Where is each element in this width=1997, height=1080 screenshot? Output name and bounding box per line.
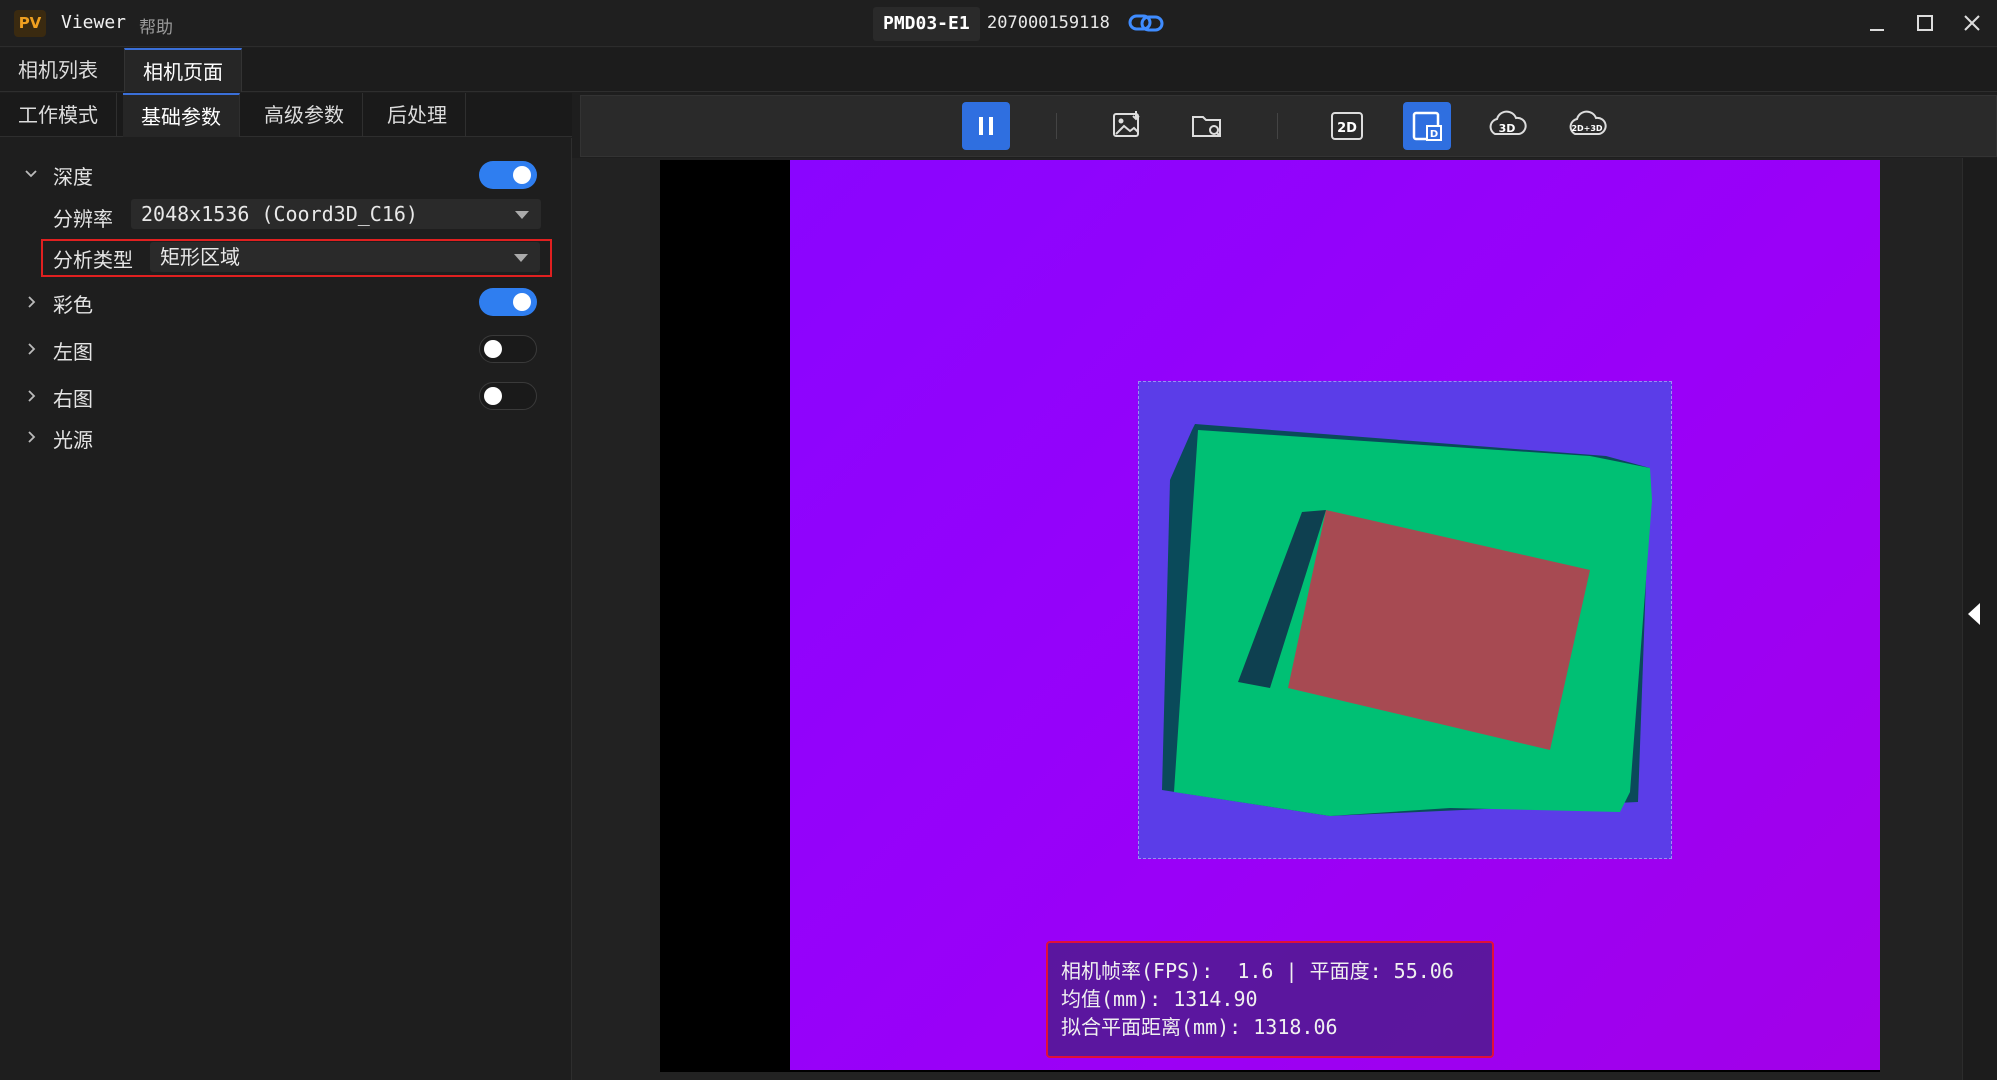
resolution-label: 分辨率 [53, 207, 113, 231]
view-2d3d-icon: 2D+3D [1569, 110, 1607, 135]
svg-text:D: D [1430, 129, 1438, 140]
maximize-icon[interactable] [1910, 8, 1940, 38]
resolution-select[interactable]: 2048x1536 (Coord3D_C16) [131, 199, 541, 229]
left-image-label: 左图 [53, 340, 93, 364]
tab-work-mode[interactable]: 工作模式 [0, 93, 117, 137]
analysis-type-label: 分析类型 [53, 248, 133, 272]
depth-label: 深度 [53, 165, 93, 189]
color-label: 彩色 [53, 293, 93, 317]
title-bar: PV Viewer 帮助 PMD03-E1 207000159118 [0, 0, 1997, 47]
close-icon[interactable] [1957, 8, 1987, 38]
open-folder-icon [1192, 116, 1221, 137]
view-3d-button[interactable]: 3D [1483, 102, 1531, 150]
right-image-toggle[interactable] [479, 382, 537, 410]
chevron-right-icon[interactable] [24, 342, 38, 356]
stats-plane-distance: 拟合平面距离(mm): 1318.06 [1061, 1015, 1338, 1039]
right-image-label: 右图 [53, 387, 93, 411]
pause-button[interactable] [962, 102, 1010, 150]
depth-toggle[interactable] [479, 161, 537, 189]
stats-fps-flatness: 相机帧率(FPS): 1.6 | 平面度: 55.06 [1061, 959, 1454, 983]
expand-panel-icon[interactable] [1968, 603, 1980, 625]
chevron-down-icon [515, 211, 529, 219]
tab-advanced-params[interactable]: 高级参数 [246, 93, 363, 137]
toggle-knob [484, 387, 502, 405]
toggle-knob [484, 340, 502, 358]
toolbar-divider [1056, 113, 1057, 139]
view-2d-button[interactable]: 2D [1323, 102, 1371, 150]
link-icon[interactable] [1128, 11, 1164, 35]
svg-text:3D: 3D [1499, 122, 1516, 135]
app-name: Viewer [61, 12, 127, 33]
depth-objects [1162, 424, 1652, 816]
stats-mean: 均值(mm): 1314.90 [1061, 987, 1258, 1011]
chevron-right-icon[interactable] [24, 295, 38, 309]
measurement-overlay: 相机帧率(FPS): 1.6 | 平面度: 55.06 均值(mm): 1314… [1046, 941, 1494, 1058]
save-image-button[interactable] [1103, 102, 1151, 150]
parameter-panel [0, 138, 572, 1080]
left-image-toggle[interactable] [479, 335, 537, 363]
toolbar-divider [1277, 113, 1278, 139]
tab-post-processing[interactable]: 后处理 [369, 93, 466, 137]
view-depth-icon: D [1412, 111, 1442, 141]
viewer-toolbar: 2D D 3D 2D+3D [580, 95, 1997, 157]
open-folder-button[interactable] [1183, 102, 1231, 150]
view-3d-icon: 3D [1489, 110, 1527, 135]
pause-icon [979, 117, 993, 135]
chevron-down-icon [514, 254, 528, 262]
chevron-down-icon[interactable] [24, 167, 38, 181]
toggle-knob [513, 166, 531, 184]
save-image-icon [1113, 111, 1140, 137]
main-tabs: 相机列表 相机页面 [0, 48, 1997, 92]
chevron-right-icon[interactable] [24, 430, 38, 444]
camera-model: PMD03-E1 [873, 7, 980, 41]
view-depth-button[interactable]: D [1403, 102, 1451, 150]
analysis-type-select[interactable]: 矩形区域 [150, 242, 540, 272]
light-source-label: 光源 [53, 428, 93, 452]
svg-text:2D: 2D [1337, 121, 1357, 136]
toggle-knob [513, 293, 531, 311]
camera-serial: 207000159118 [987, 13, 1110, 33]
chevron-right-icon[interactable] [24, 389, 38, 403]
minimize-icon[interactable] [1862, 8, 1892, 38]
view-2d-icon: 2D [1331, 112, 1363, 140]
tab-basic-params[interactable]: 基础参数 [123, 93, 240, 137]
tab-camera-list[interactable]: 相机列表 [0, 48, 116, 92]
svg-text:2D+3D: 2D+3D [1571, 124, 1602, 133]
app-logo: PV [14, 10, 46, 37]
color-toggle[interactable] [479, 288, 537, 316]
tab-camera-page[interactable]: 相机页面 [124, 48, 242, 92]
view-2d3d-button[interactable]: 2D+3D [1563, 102, 1611, 150]
resolution-value: 2048x1536 (Coord3D_C16) [141, 202, 418, 226]
analysis-type-value: 矩形区域 [160, 245, 240, 269]
menu-help[interactable]: 帮助 [139, 13, 173, 38]
parameter-tabs: 工作模式 基础参数 高级参数 后处理 [0, 93, 572, 137]
